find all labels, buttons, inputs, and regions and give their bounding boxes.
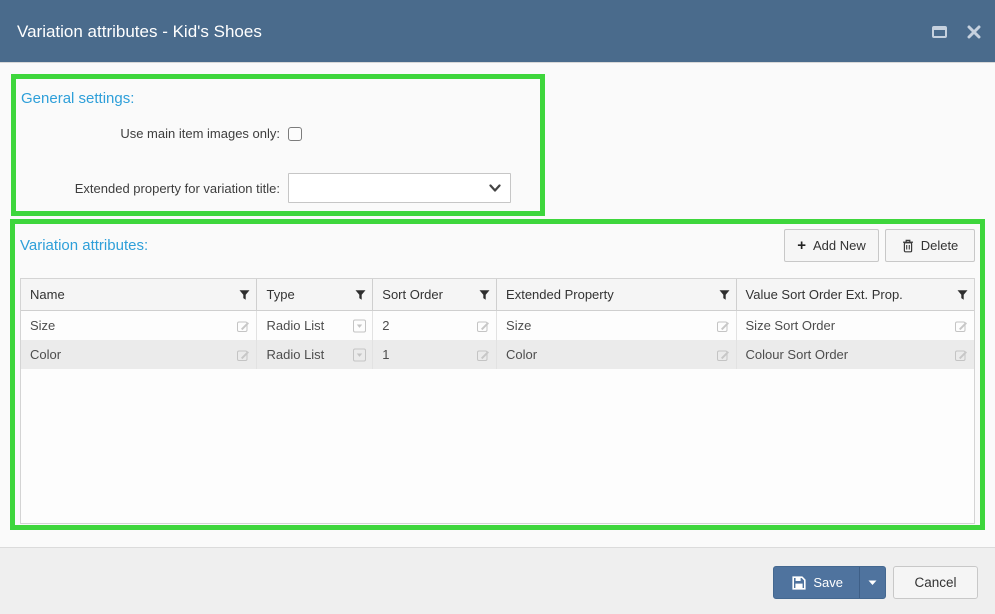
use-main-images-row: Use main item images only: xyxy=(16,126,302,141)
cell-value: Radio List xyxy=(266,318,325,333)
dialog-footer: Save Cancel xyxy=(0,547,995,614)
cell-value: 2 xyxy=(382,318,390,333)
cell-value: Color xyxy=(506,347,538,362)
edit-pencil-icon[interactable] xyxy=(477,319,490,332)
cell-value: Colour Sort Order xyxy=(745,347,849,362)
save-options-caret[interactable] xyxy=(859,567,885,598)
variation-attributes-dialog: Variation attributes - Kid's Shoes Gener… xyxy=(0,0,995,614)
dialog-header: Variation attributes - Kid's Shoes xyxy=(0,0,995,63)
window-controls xyxy=(932,25,981,39)
filter-funnel-icon[interactable] xyxy=(479,289,490,300)
save-button-label: Save xyxy=(813,575,843,590)
edit-pencil-icon[interactable] xyxy=(237,319,250,332)
edit-pencil-icon[interactable] xyxy=(716,319,730,332)
variation-attributes-grid: Name Type Sort Order Extended Property V… xyxy=(20,278,975,524)
cell-type[interactable]: Radio List xyxy=(257,311,374,340)
use-main-images-checkbox[interactable] xyxy=(288,126,302,141)
cancel-button-label: Cancel xyxy=(914,575,957,590)
cell-value: 1 xyxy=(382,347,390,362)
save-button[interactable]: Save xyxy=(774,567,859,598)
cell-value-sort-order[interactable]: Size Sort Order xyxy=(737,311,974,340)
delete-button[interactable]: Delete xyxy=(885,229,975,262)
column-header-label: Extended Property xyxy=(506,287,614,302)
general-settings-heading: General settings: xyxy=(21,90,135,107)
save-split-button: Save xyxy=(773,566,886,599)
delete-button-label: Delete xyxy=(920,238,959,253)
cell-name[interactable]: Color xyxy=(21,340,258,369)
plus-icon: + xyxy=(797,237,806,254)
dropdown-box-icon[interactable] xyxy=(353,348,367,361)
filter-funnel-icon[interactable] xyxy=(957,289,968,300)
floppy-disk-icon xyxy=(792,575,806,590)
cell-value: Radio List xyxy=(266,347,325,362)
variation-attributes-heading: Variation attributes: xyxy=(20,237,149,254)
column-header-sort-order[interactable]: Sort Order xyxy=(373,279,498,310)
column-header-label: Type xyxy=(266,287,295,302)
close-icon[interactable] xyxy=(967,25,981,39)
table-row: Size Radio List 2 Size Size Sort Order xyxy=(21,311,974,340)
add-new-button-label: Add New xyxy=(813,238,866,253)
cell-sort-order[interactable]: 1 xyxy=(373,340,498,369)
cell-extended-property[interactable]: Size xyxy=(497,311,737,340)
maximize-icon[interactable] xyxy=(932,26,947,38)
filter-funnel-icon[interactable] xyxy=(355,289,366,300)
cell-value: Size Sort Order xyxy=(745,318,836,333)
dialog-title: Variation attributes - Kid's Shoes xyxy=(17,22,262,41)
variation-attributes-highlight-box: Variation attributes: + Add New Delete N… xyxy=(10,219,985,530)
cancel-button[interactable]: Cancel xyxy=(893,566,978,599)
use-main-images-label: Use main item images only: xyxy=(120,126,280,141)
cell-type[interactable]: Radio List xyxy=(257,340,374,369)
edit-pencil-icon[interactable] xyxy=(955,348,968,361)
cell-sort-order[interactable]: 2 xyxy=(373,311,498,340)
edit-pencil-icon[interactable] xyxy=(955,319,968,332)
filter-funnel-icon[interactable] xyxy=(239,289,250,300)
cell-extended-property[interactable]: Color xyxy=(497,340,737,369)
grid-header-row: Name Type Sort Order Extended Property V… xyxy=(21,279,974,311)
extended-property-label: Extended property for variation title: xyxy=(74,180,280,196)
edit-pencil-icon[interactable] xyxy=(477,348,490,361)
add-new-button[interactable]: + Add New xyxy=(784,229,879,262)
filter-funnel-icon[interactable] xyxy=(719,289,730,300)
cell-value: Size xyxy=(30,318,56,333)
extended-property-select[interactable] xyxy=(288,173,511,203)
column-header-name[interactable]: Name xyxy=(21,279,258,310)
cell-value: Size xyxy=(506,318,532,333)
column-header-label: Value Sort Order Ext. Prop. xyxy=(745,287,903,302)
dialog-body: General settings: Use main item images o… xyxy=(0,64,995,547)
general-settings-highlight-box: General settings: Use main item images o… xyxy=(11,74,545,216)
cell-name[interactable]: Size xyxy=(21,311,258,340)
extended-property-row: Extended property for variation title: xyxy=(16,173,511,203)
edit-pencil-icon[interactable] xyxy=(716,348,730,361)
column-header-value-sort-order[interactable]: Value Sort Order Ext. Prop. xyxy=(737,279,974,310)
table-row: Color Radio List 1 Color Colour Sort Ord… xyxy=(21,340,974,369)
column-header-label: Sort Order xyxy=(382,287,443,302)
trash-icon xyxy=(902,239,913,252)
cell-value: Color xyxy=(30,347,62,362)
cell-value-sort-order[interactable]: Colour Sort Order xyxy=(737,340,974,369)
dropdown-box-icon[interactable] xyxy=(353,319,367,332)
column-header-type[interactable]: Type xyxy=(257,279,374,310)
chevron-down-icon xyxy=(489,184,501,192)
column-header-extended-property[interactable]: Extended Property xyxy=(497,279,737,310)
edit-pencil-icon[interactable] xyxy=(237,348,250,361)
caret-down-icon xyxy=(868,580,877,585)
column-header-label: Name xyxy=(30,287,65,302)
